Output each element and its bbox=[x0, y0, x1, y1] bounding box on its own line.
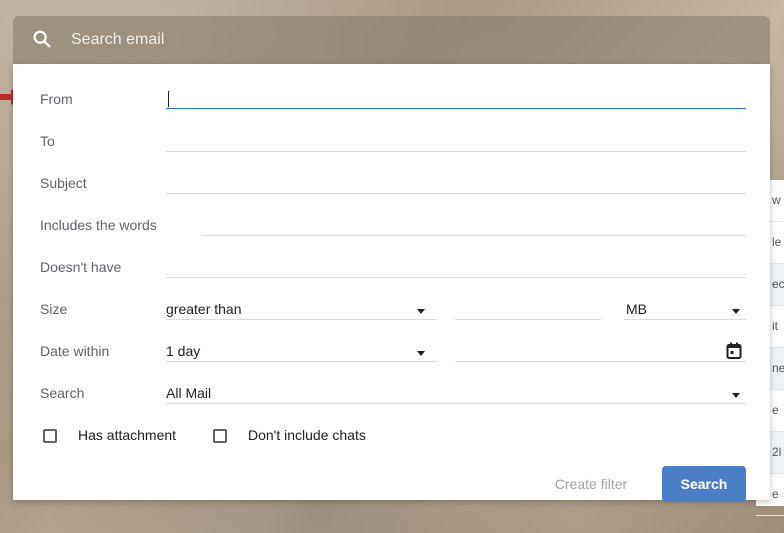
create-filter-button[interactable]: Create filter bbox=[543, 466, 639, 502]
includes-words-underline[interactable] bbox=[201, 235, 746, 236]
search-scope-select[interactable]: All Mail bbox=[166, 385, 211, 401]
from-underline[interactable] bbox=[166, 108, 746, 109]
includes-words-label: Includes the words bbox=[40, 217, 157, 233]
advanced-search-dialog: From To Subject Includes the words Doesn… bbox=[13, 64, 770, 502]
size-label: Size bbox=[40, 301, 68, 317]
subject-label: Subject bbox=[40, 175, 87, 191]
dont-include-chats-label[interactable]: Don't include chats bbox=[248, 427, 366, 443]
search-bar[interactable]: Search email bbox=[13, 16, 770, 64]
search-button[interactable]: Search bbox=[662, 466, 746, 502]
text-caret bbox=[168, 91, 169, 107]
to-underline[interactable] bbox=[166, 151, 746, 152]
date-within-label: Date within bbox=[40, 343, 110, 359]
subject-underline[interactable] bbox=[166, 193, 746, 194]
doesnt-have-label: Doesn't have bbox=[40, 259, 122, 275]
has-attachment-checkbox[interactable] bbox=[43, 429, 57, 443]
from-label: From bbox=[40, 91, 73, 107]
calendar-icon[interactable] bbox=[726, 342, 742, 360]
size-comparator-underline bbox=[166, 319, 437, 320]
size-comparator-select[interactable]: greater than bbox=[166, 301, 242, 317]
size-amount-underline[interactable] bbox=[455, 319, 601, 320]
date-range-underline bbox=[166, 361, 437, 362]
chevron-down-icon[interactable] bbox=[417, 309, 425, 314]
search-input[interactable]: Search email bbox=[71, 31, 164, 49]
search-scope-underline bbox=[166, 403, 746, 404]
chevron-down-icon[interactable] bbox=[732, 309, 740, 314]
to-label: To bbox=[40, 133, 55, 149]
dont-include-chats-checkbox[interactable] bbox=[213, 429, 227, 443]
has-attachment-label[interactable]: Has attachment bbox=[78, 427, 176, 443]
search-scope-label: Search bbox=[40, 385, 85, 401]
size-unit-select[interactable]: MB bbox=[626, 301, 647, 317]
doesnt-have-underline[interactable] bbox=[166, 277, 746, 278]
size-unit-underline bbox=[624, 319, 746, 320]
date-input-underline[interactable] bbox=[455, 361, 746, 362]
date-range-select[interactable]: 1 day bbox=[166, 343, 200, 359]
search-icon[interactable] bbox=[31, 28, 55, 52]
chevron-down-icon[interactable] bbox=[417, 351, 425, 356]
chevron-down-icon[interactable] bbox=[732, 393, 740, 398]
